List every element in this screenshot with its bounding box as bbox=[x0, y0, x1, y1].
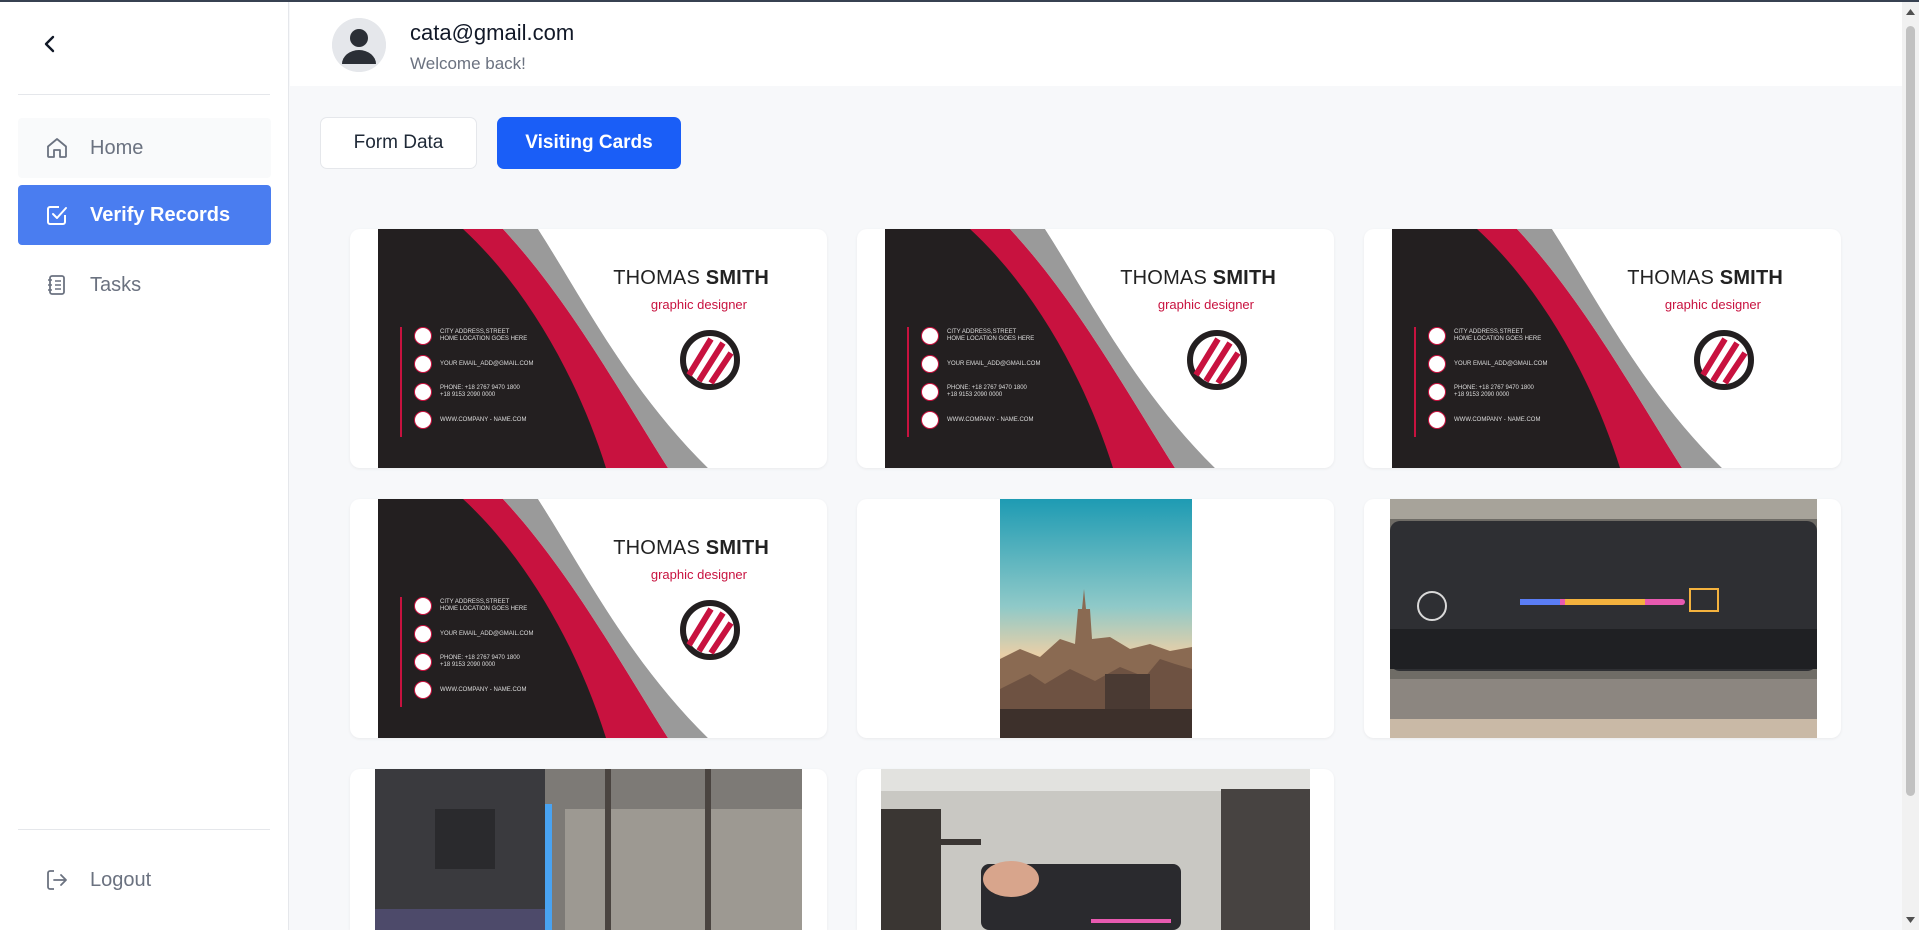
phone-photo bbox=[375, 769, 802, 930]
visiting-card-thumbnail[interactable] bbox=[857, 499, 1334, 738]
logo-icon bbox=[680, 330, 740, 390]
welcome-text: Welcome back! bbox=[410, 54, 526, 73]
globe-icon bbox=[414, 411, 432, 429]
logo-icon bbox=[1187, 330, 1247, 390]
mail-icon bbox=[1428, 355, 1446, 373]
scroll-down-arrow[interactable] bbox=[1905, 914, 1916, 925]
globe-icon bbox=[414, 681, 432, 699]
visiting-card-thumbnail[interactable]: THOMAS SMITH graphic designer CITY ADDRE… bbox=[350, 229, 827, 468]
back-button[interactable] bbox=[36, 30, 64, 58]
header: cata@gmail.com Welcome back! bbox=[290, 2, 1902, 86]
check-square-icon bbox=[44, 202, 70, 228]
visiting-card-thumbnail[interactable] bbox=[350, 769, 827, 930]
sidebar-divider-top bbox=[18, 94, 270, 95]
business-card-image: THOMAS SMITH graphic designer CITY ADDRE… bbox=[378, 499, 799, 738]
phone-photo bbox=[881, 769, 1310, 930]
home-icon bbox=[44, 135, 70, 161]
logout-button[interactable]: Logout bbox=[18, 860, 151, 900]
home-icon bbox=[921, 327, 939, 345]
logout-label: Logout bbox=[90, 868, 152, 891]
phone-icon bbox=[414, 653, 432, 671]
home-icon bbox=[414, 327, 432, 345]
sidebar-item-tasks[interactable]: Tasks bbox=[18, 255, 271, 315]
globe-icon bbox=[1428, 411, 1446, 429]
scroll-up-arrow[interactable] bbox=[1905, 6, 1916, 17]
city-skyline-photo bbox=[1000, 499, 1192, 738]
tab-visiting-cards[interactable]: Visiting Cards bbox=[497, 117, 681, 169]
visiting-card-thumbnail[interactable]: THOMAS SMITH graphic designer CITY ADDRE… bbox=[350, 499, 827, 738]
sidebar-item-label: Verify Records bbox=[90, 203, 231, 226]
page-scrollbar[interactable] bbox=[1902, 2, 1919, 930]
visiting-card-thumbnail[interactable]: THOMAS SMITH graphic designer CITY ADDRE… bbox=[857, 229, 1334, 468]
visiting-card-thumbnail[interactable] bbox=[1364, 499, 1841, 738]
home-icon bbox=[1428, 327, 1446, 345]
logout-icon bbox=[44, 867, 70, 893]
phone-icon bbox=[921, 383, 939, 401]
logo-icon bbox=[680, 600, 740, 660]
globe-icon bbox=[921, 411, 939, 429]
sidebar-divider-bottom bbox=[18, 829, 270, 830]
visiting-card-thumbnail[interactable]: THOMAS SMITH graphic designer CITY ADDRE… bbox=[1364, 229, 1841, 468]
sidebar-item-label: Home bbox=[90, 136, 144, 159]
sidebar-item-label: Tasks bbox=[90, 273, 142, 296]
business-card-image: THOMAS SMITH graphic designer CITY ADDRE… bbox=[885, 229, 1306, 468]
sidebar-item-home[interactable]: Home bbox=[18, 118, 271, 178]
scrollbar-thumb[interactable] bbox=[1906, 26, 1915, 796]
home-icon bbox=[414, 597, 432, 615]
user-email: cata@gmail.com bbox=[410, 20, 575, 45]
mail-icon bbox=[414, 625, 432, 643]
sidebar: Home Verify Records Tasks Logout bbox=[0, 2, 289, 930]
business-card-image: THOMAS SMITH graphic designer CITY ADDRE… bbox=[378, 229, 799, 468]
mail-icon bbox=[921, 355, 939, 373]
avatar[interactable] bbox=[332, 18, 386, 72]
business-card-image: THOMAS SMITH graphic designer CITY ADDRE… bbox=[1392, 229, 1813, 468]
mail-icon bbox=[414, 355, 432, 373]
phone-photo bbox=[1390, 499, 1817, 738]
logo-icon bbox=[1694, 330, 1754, 390]
phone-icon bbox=[1428, 383, 1446, 401]
tasks-icon bbox=[44, 272, 70, 298]
sidebar-item-verify-records[interactable]: Verify Records bbox=[18, 185, 271, 245]
tab-form-data[interactable]: Form Data bbox=[320, 117, 477, 169]
chevron-left-icon bbox=[44, 35, 55, 53]
visiting-card-thumbnail[interactable] bbox=[857, 769, 1334, 930]
phone-icon bbox=[414, 383, 432, 401]
